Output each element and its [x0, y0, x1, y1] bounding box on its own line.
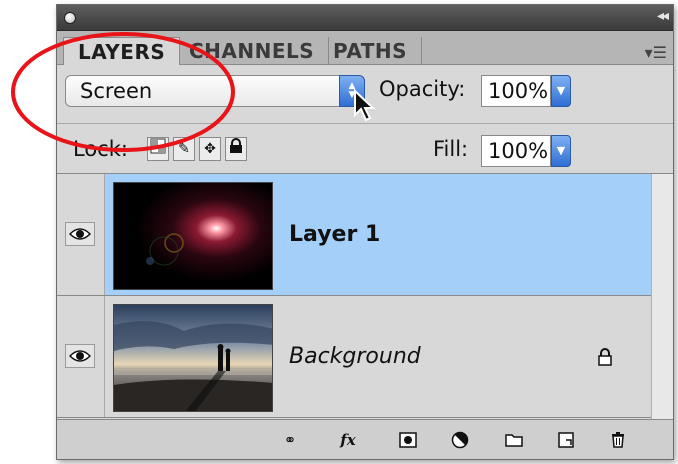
mouse-cursor-icon: [354, 89, 376, 122]
delete-layer-trash-icon[interactable]: [607, 430, 629, 450]
lock-position-icon[interactable]: ✥: [199, 137, 221, 161]
layer-thumbnail-lens-flare: [113, 182, 273, 290]
collapse-icon[interactable]: ◂◂: [657, 8, 669, 24]
layers-scrollbar[interactable]: [651, 174, 673, 421]
layer-name: Background: [289, 344, 421, 369]
visibility-cell[interactable]: [57, 174, 105, 295]
adjustment-layer-icon[interactable]: [449, 430, 471, 450]
layer-style-fx-icon[interactable]: fx: [337, 430, 359, 450]
layer-thumbnail-beach-photo: [113, 304, 273, 412]
new-layer-icon[interactable]: [555, 430, 577, 450]
panel-bottom-toolbar: ⚭ fx: [57, 419, 673, 459]
opacity-label: Opacity:: [379, 77, 466, 101]
tab-channels[interactable]: CHANNELS: [175, 37, 330, 65]
blend-mode-value: Screen: [80, 79, 153, 103]
visibility-cell[interactable]: [57, 296, 105, 417]
new-group-folder-icon[interactable]: [503, 430, 525, 450]
fill-label: Fill:: [433, 137, 469, 161]
panel-titlebar: ◂◂: [57, 5, 673, 31]
eye-icon[interactable]: [65, 344, 95, 368]
fill-dropdown-icon[interactable]: ▼: [551, 135, 571, 167]
fill-field[interactable]: 100%: [481, 135, 551, 167]
lock-all-icon[interactable]: [225, 137, 247, 161]
lock-icon: [598, 348, 612, 366]
layers-list: Layer 1 Background: [57, 173, 673, 421]
link-layers-icon[interactable]: ⚭: [279, 430, 301, 450]
tab-paths[interactable]: PATHS: [319, 37, 423, 65]
close-icon[interactable]: [64, 12, 76, 24]
add-mask-icon[interactable]: [397, 430, 419, 450]
tab-layers[interactable]: LAYERS: [63, 37, 181, 65]
lock-image-pixels-icon[interactable]: ✎: [173, 137, 195, 161]
divider: [57, 123, 673, 124]
eye-icon[interactable]: [65, 222, 95, 246]
panel-tabbar: LAYERS CHANNELS PATHS ▾☰: [57, 31, 673, 65]
lock-label: Lock:: [73, 137, 128, 161]
layers-panel: ◂◂ LAYERS CHANNELS PATHS ▾☰ Screen ▲ ▼ Op…: [56, 4, 674, 460]
lock-transparency-icon[interactable]: [147, 137, 169, 161]
panel-menu-icon[interactable]: ▾☰: [645, 43, 667, 62]
opacity-field[interactable]: 100%: [481, 75, 551, 107]
opacity-dropdown-icon[interactable]: ▼: [551, 75, 571, 107]
layer-row-layer-1[interactable]: Layer 1: [57, 174, 653, 296]
layer-name: Layer 1: [289, 222, 381, 247]
blend-mode-select[interactable]: Screen ▲ ▼: [65, 75, 365, 107]
layer-row-background[interactable]: Background: [57, 296, 653, 418]
